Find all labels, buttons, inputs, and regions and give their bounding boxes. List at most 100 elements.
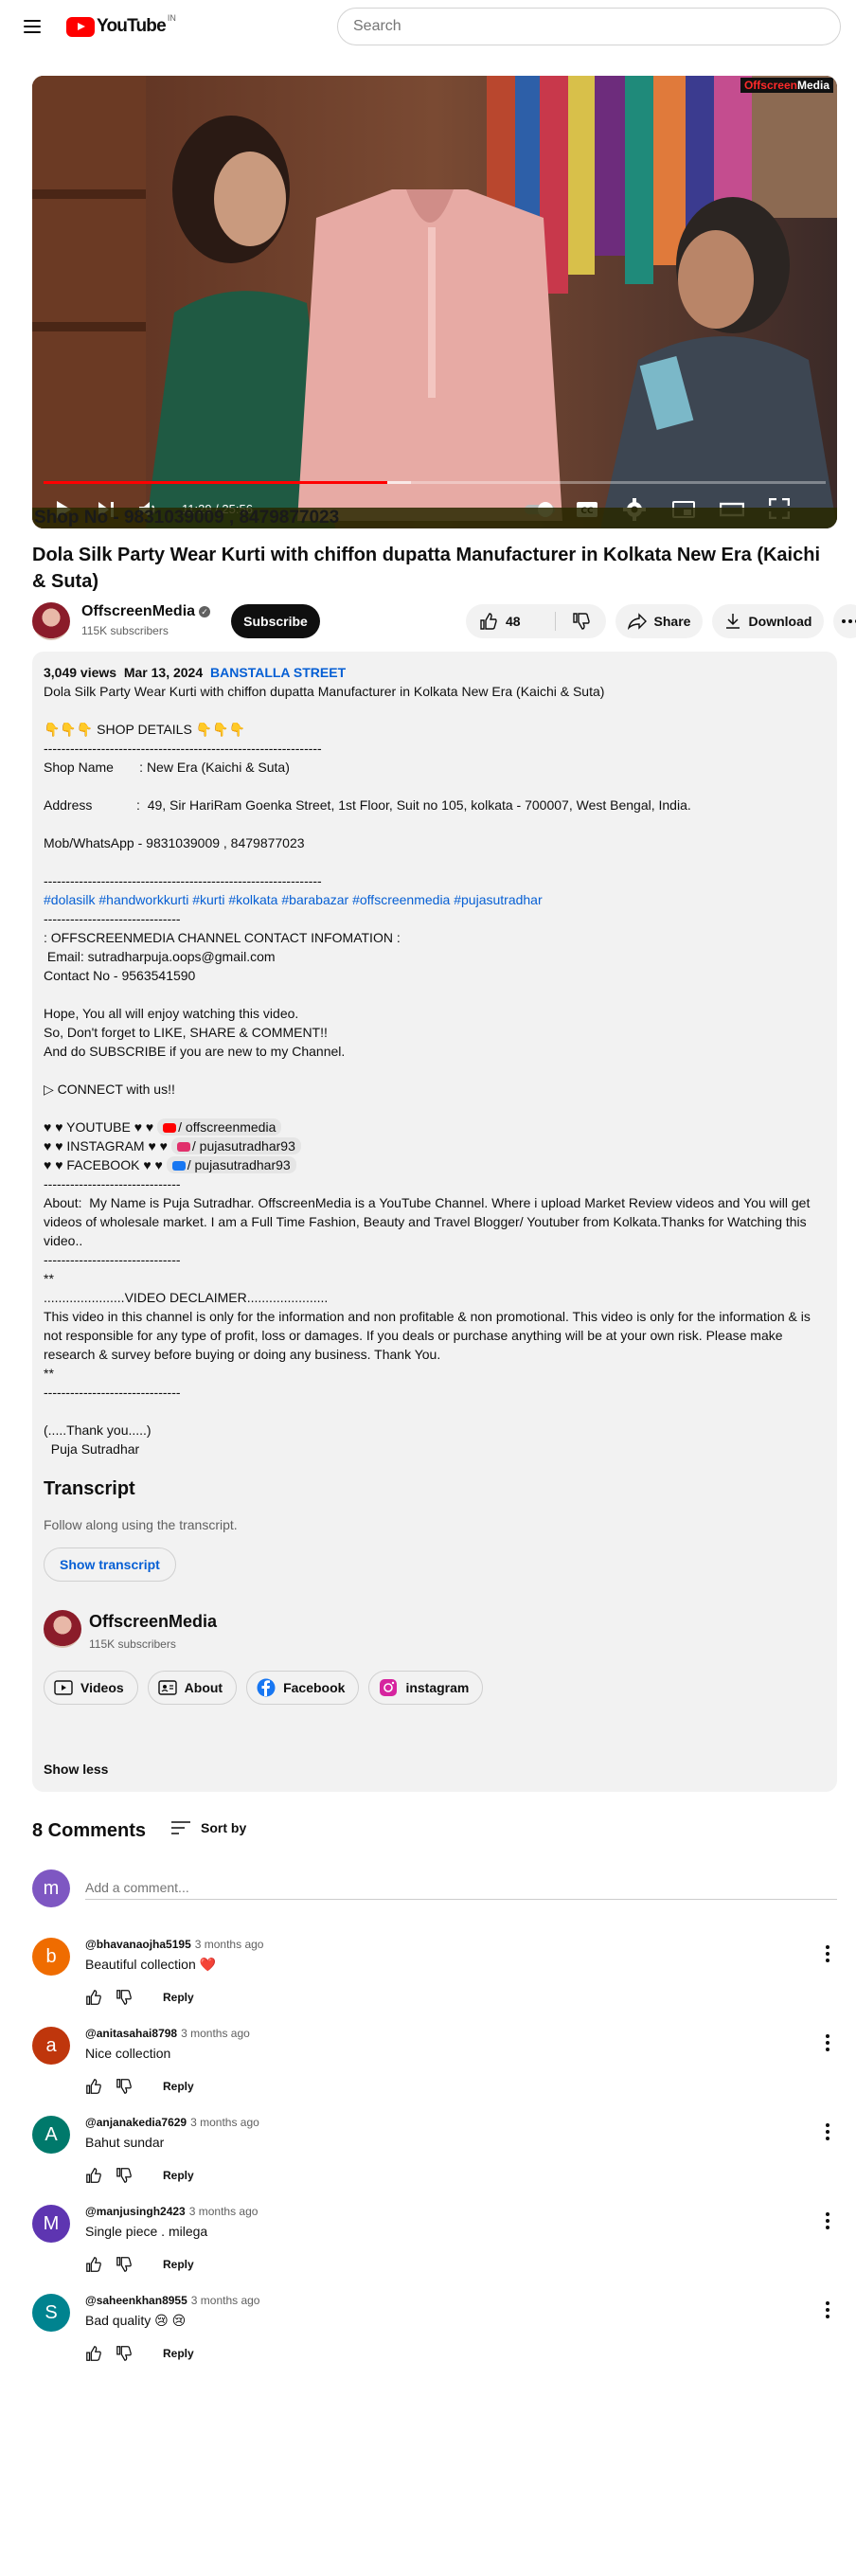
description-line: 👇👇👇 SHOP DETAILS 👇👇👇 [44,722,245,737]
description-line [44,1099,826,1118]
description-box[interactable]: 3,049 views Mar 13, 2024 BANSTALLA STREE… [32,652,837,1792]
thumbs-up-icon[interactable] [85,2345,102,2362]
menu-icon[interactable] [21,15,44,38]
social-chip[interactable]: / pujasutradhar93 [166,1156,296,1173]
like-button[interactable]: 48 [466,604,555,638]
hashtag-link[interactable]: #barabazar [281,892,348,907]
comment-author[interactable]: @anitasahai8798 [85,2027,177,2040]
location-tag[interactable]: BANSTALLA STREET [210,665,346,680]
comment-time[interactable]: 3 months ago [181,2027,250,2040]
reply-button[interactable]: Reply [163,1991,194,2004]
description-line: And do SUBSCRIBE if you are new to my Ch… [44,1044,346,1059]
description-line: About: My Name is Puja Sutradhar. Offscr… [44,1195,814,1248]
channel-avatar[interactable] [32,602,70,640]
comment-time[interactable]: 3 months ago [195,1938,264,1951]
like-dislike-group: 48 [466,604,606,638]
comment-text-row: Beautiful collection ❤️ [85,1957,216,1973]
description-line: ** [44,1366,54,1381]
more-actions-button[interactable] [833,604,856,638]
commenter-avatar[interactable]: M [32,2205,70,2243]
subscribe-button[interactable]: Subscribe [231,604,320,638]
comment-author[interactable]: @anjanakedia7629 [85,2116,187,2129]
progress-bar[interactable] [44,481,826,484]
sort-by-button[interactable]: Sort by [170,1820,246,1835]
description-meta: 3,049 views Mar 13, 2024 BANSTALLA STREE… [44,663,826,682]
progress-played [44,481,388,484]
thumbs-down-icon[interactable] [116,1989,133,2006]
social-link-row: ♥ ♥ FACEBOOK ♥ ♥ / pujasutradhar93 [44,1155,826,1174]
channel-name[interactable]: OffscreenMedia [81,603,195,619]
show-transcript-button[interactable]: Show transcript [44,1547,176,1582]
comment-more-icon[interactable] [826,2123,829,2140]
description-line [44,852,826,871]
commenter-avatar[interactable]: A [32,2116,70,2154]
comment-author-row: @anitasahai8798 3 months ago [85,2027,250,2040]
thumbs-down-icon[interactable] [116,2256,133,2273]
description-line: ------------------------------- [44,911,181,926]
comment-time[interactable]: 3 months ago [190,2116,259,2129]
comment-more-icon[interactable] [826,2301,829,2318]
reply-button[interactable]: Reply [163,2258,194,2271]
social-chip[interactable]: / pujasutradhar93 [170,1137,301,1154]
videos-link-label: Videos [80,1680,124,1695]
comment-time[interactable]: 3 months ago [189,2205,259,2218]
reply-button[interactable]: Reply [163,2080,194,2093]
download-icon [725,614,740,629]
commenter-avatar[interactable]: S [32,2294,70,2332]
description-line: Mob/WhatsApp - 9831039009 , 8479877023 [44,835,305,850]
hashtag-link[interactable]: #offscreenmedia [352,892,450,907]
description-line: Puja Sutradhar [44,1441,140,1457]
comment-author[interactable]: @bhavanaojha5195 [85,1938,191,1951]
hashtag-link[interactable]: #kurti [192,892,224,907]
description-channel-card[interactable]: OffscreenMedia 115K subscribers [44,1610,826,1663]
download-label: Download [748,614,812,629]
add-comment-input[interactable] [85,1875,837,1900]
thumbs-up-icon[interactable] [85,2167,102,2184]
reply-button[interactable]: Reply [163,2169,194,2182]
commenter-avatar[interactable]: a [32,2027,70,2065]
comment-more-icon[interactable] [826,2212,829,2229]
channel-card-avatar[interactable] [44,1610,81,1648]
hashtag-link[interactable]: #handworkkurti [98,892,188,907]
comment-time[interactable]: 3 months ago [191,2294,260,2307]
comment-author[interactable]: @saheenkhan8955 [85,2294,187,2307]
search-input[interactable] [337,8,841,45]
thumbs-down-icon[interactable] [116,2167,133,2184]
download-button[interactable]: Download [712,604,824,638]
facebook-link[interactable]: Facebook [246,1671,360,1705]
comment-more-icon[interactable] [826,2034,829,2051]
profile-card-icon [157,1680,177,1695]
thumbs-up-icon[interactable] [85,2256,102,2273]
my-avatar[interactable]: m [32,1869,70,1907]
channel-card-name[interactable]: OffscreenMedia [89,1612,217,1631]
hashtag-line: #dolasilk #handworkkurti #kurti #kolkata… [44,890,826,909]
video-player[interactable]: OffscreenMedia 11:29 / 25:56 CC Shop No … [32,76,837,528]
comment-author[interactable]: @manjusingh2423 [85,2205,186,2218]
social-chip[interactable]: / offscreenmedia [157,1118,282,1136]
show-less-button[interactable]: Show less [44,1760,108,1779]
description-line: ----------------------------------------… [44,873,322,888]
video-overlay-text: Shop No - 9831039009 , 8479877023 [32,508,837,528]
transcript-subtitle: Follow along using the transcript. [44,1517,238,1532]
commenter-avatar[interactable]: b [32,1938,70,1976]
hashtag-link[interactable]: #pujasutradhar [454,892,542,907]
instagram-link[interactable]: instagram [368,1671,484,1705]
channel-name-row[interactable]: OffscreenMedia ✓ [81,603,211,620]
thumbs-up-icon[interactable] [85,2078,102,2095]
thumbs-down-icon[interactable] [116,2345,133,2362]
logo-country: IN [167,13,176,23]
reply-button[interactable]: Reply [163,2347,194,2360]
comment-thread: A @anjanakedia7629 3 months ago Bahut sunda… [32,2116,837,2197]
social-platform-icon [163,1123,177,1133]
thumbs-down-icon[interactable] [116,2078,133,2095]
hashtag-link[interactable]: #dolasilk [44,892,95,907]
youtube-logo[interactable]: YouTube IN [66,13,176,37]
videos-link[interactable]: Videos [44,1671,138,1705]
thumbs-up-icon[interactable] [85,1989,102,2006]
comment-more-icon[interactable] [826,1945,829,1962]
comment-actions: Reply [85,2341,194,2366]
hashtag-link[interactable]: #kolkata [228,892,277,907]
dislike-button[interactable] [556,604,606,638]
about-link[interactable]: About [147,1671,238,1705]
share-button[interactable]: Share [615,604,703,638]
